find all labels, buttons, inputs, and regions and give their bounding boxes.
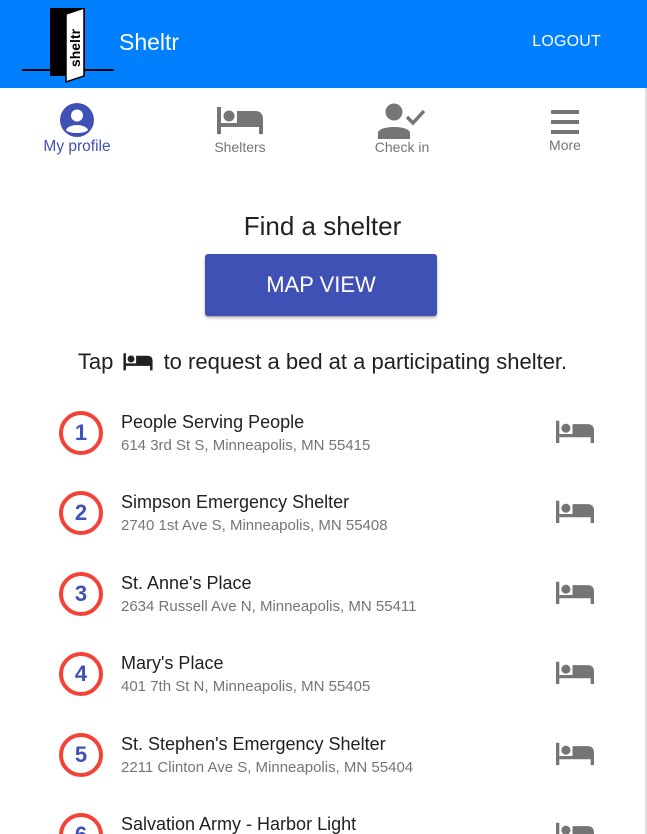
map-view-button[interactable]: MAP VIEW: [205, 254, 437, 316]
tab-my-profile-label: My profile: [43, 138, 111, 155]
shelter-address: 2211 Clinton Ave S, Minneapolis, MN 5540…: [121, 758, 414, 776]
request-bed-button[interactable]: [556, 741, 594, 769]
request-bed-hint: Tap to request a bed at a participating …: [0, 348, 645, 378]
account-circle-icon: [60, 103, 94, 137]
list-item[interactable]: 2 Simpson Emergency Shelter 2740 1st Ave…: [0, 473, 645, 553]
hint-text-before: Tap: [77, 349, 114, 374]
bed-icon: [556, 420, 594, 444]
list-item[interactable]: 1 People Serving People 614 3rd St S, Mi…: [0, 393, 645, 473]
shelter-address: 2740 1st Ave S, Minneapolis, MN 55408: [121, 517, 388, 535]
shelter-name: Mary's Place: [121, 653, 224, 674]
list-item[interactable]: 4 Mary's Place 401 7th St N, Minneapolis…: [0, 634, 645, 714]
shelter-name: Salvation Army - Harbor Light: [121, 813, 357, 834]
app-title: Sheltr: [119, 29, 180, 55]
request-bed-button[interactable]: [556, 419, 594, 447]
tab-shelters-label: Shelters: [214, 139, 266, 155]
person-check-icon: [378, 103, 426, 139]
hint-text-after: to request a bed at a participating shel…: [163, 349, 568, 374]
shelter-name: People Serving People: [121, 412, 305, 432]
shelter-address: 401 7th St N, Minneapolis, MN 55405: [121, 678, 371, 696]
app-root: sheltr Sheltr LOGOUT My profile Shelters: [0, 0, 647, 834]
request-bed-button[interactable]: [556, 499, 594, 527]
number-badge: 1: [59, 411, 103, 455]
request-bed-button[interactable]: [556, 580, 594, 608]
app-bar: sheltr Sheltr LOGOUT: [0, 0, 647, 88]
bed-icon: [556, 501, 594, 524]
tab-more[interactable]: More: [505, 88, 625, 162]
list-item[interactable]: 6 Salvation Army - Harbor Light: [0, 795, 645, 834]
shelter-name: Simpson Emergency Shelter: [121, 492, 350, 513]
number-badge: 4: [59, 652, 103, 697]
bed-icon: [123, 350, 154, 378]
bed-icon: [217, 107, 263, 134]
request-bed-button[interactable]: [556, 660, 594, 688]
shelter-address: 2634 Russell Ave N, Minneapolis, MN 5541…: [121, 597, 417, 615]
logout-button[interactable]: LOGOUT: [532, 32, 601, 52]
tab-my-profile[interactable]: My profile: [17, 88, 137, 162]
bed-icon: [556, 661, 594, 685]
tab-more-label: More: [549, 137, 581, 153]
shelter-name: St. Anne's Place: [121, 572, 252, 593]
tab-shelters[interactable]: Shelters: [180, 88, 300, 162]
number-badge: 2: [59, 491, 103, 536]
sheltr-logo[interactable]: sheltr: [22, 6, 114, 84]
main-nav: My profile Shelters Check in More: [0, 88, 645, 162]
logo-text: sheltr: [67, 28, 83, 67]
number-badge: 5: [59, 732, 103, 777]
shelter-name: St. Stephen's Emergency Shelter: [121, 733, 386, 754]
list-item[interactable]: 5 St. Stephen's Emergency Shelter 2211 C…: [0, 715, 645, 795]
list-item[interactable]: 3 St. Anne's Place 2634 Russell Ave N, M…: [0, 554, 645, 634]
tab-check-in[interactable]: Check in: [342, 88, 462, 162]
request-bed-button[interactable]: [556, 821, 594, 834]
number-badge: 6: [59, 812, 103, 834]
number-badge: 3: [59, 571, 103, 616]
bed-icon: [556, 742, 594, 765]
shelter-list: 1 People Serving People 614 3rd St S, Mi…: [0, 393, 645, 834]
bed-icon: [556, 581, 594, 604]
bed-icon: [556, 822, 594, 834]
page-title: Find a shelter: [243, 211, 402, 241]
tab-check-in-label: Check in: [374, 139, 430, 155]
menu-icon: [551, 110, 579, 134]
shelter-address: 614 3rd St S, Minneapolis, MN 55415: [121, 437, 371, 454]
